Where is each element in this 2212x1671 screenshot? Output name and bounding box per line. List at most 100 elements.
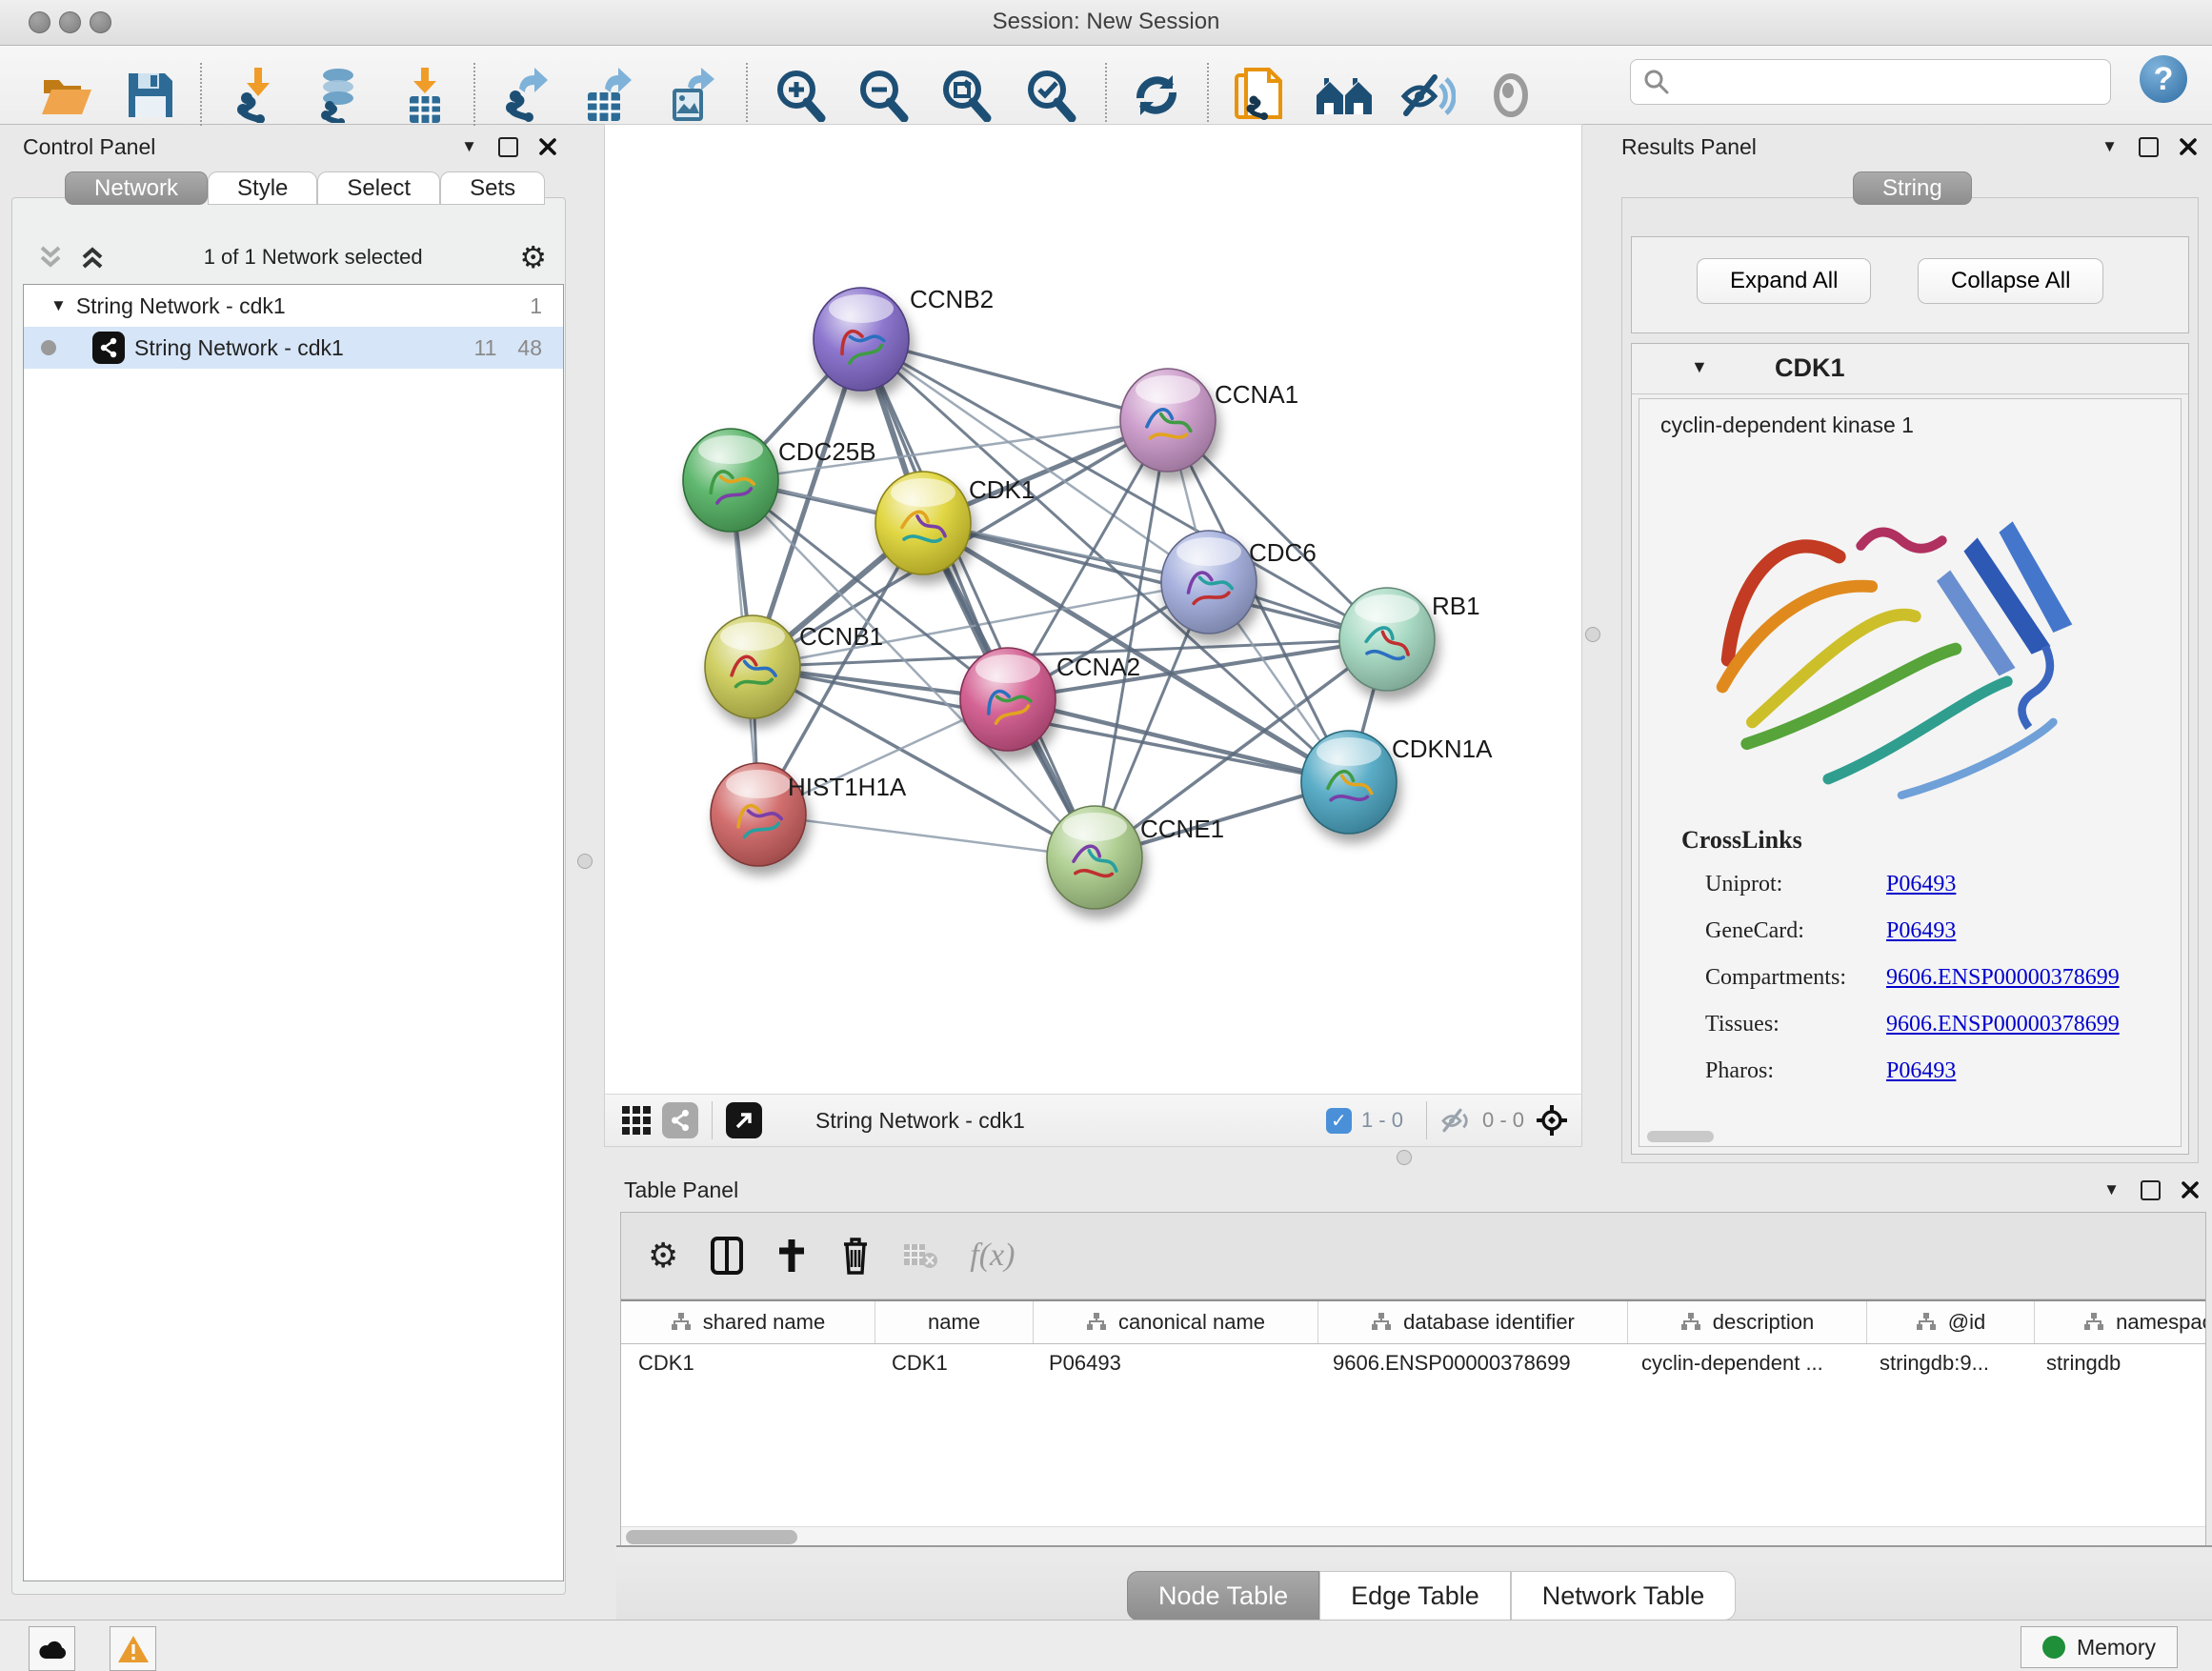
column-header[interactable]: description <box>1628 1301 1867 1343</box>
network-node-CDC6[interactable]: CDC6 <box>1161 531 1317 634</box>
network-options-gear-icon[interactable]: ⚙ <box>519 239 547 275</box>
network-node-CCNA1[interactable]: CCNA1 <box>1120 369 1298 472</box>
close-panel-icon[interactable] <box>2180 138 2197 155</box>
zoom-fit-button[interactable] <box>935 65 996 126</box>
network-node-HIST1H1A[interactable]: HIST1H1A <box>711 763 907 866</box>
zoom-out-button[interactable] <box>853 65 914 126</box>
column-header[interactable]: namespace <box>2035 1301 2205 1343</box>
zoom-in-button[interactable] <box>770 65 831 126</box>
import-network-file-button[interactable] <box>228 65 289 126</box>
collapse-all-networks-icon[interactable] <box>36 244 65 271</box>
crosslink-link[interactable]: P06493 <box>1886 918 1956 944</box>
hscrollbar-thumb[interactable] <box>626 1530 797 1544</box>
left-splitter-handle[interactable] <box>577 854 593 869</box>
table-cell[interactable]: stringdb:9... <box>1862 1351 2029 1376</box>
network-edge[interactable] <box>1008 699 1349 782</box>
function-builder-icon[interactable]: f(x) <box>970 1238 1015 1274</box>
export-table-button[interactable] <box>576 65 637 126</box>
network-canvas[interactable]: CCNB2CCNA1CDC25BCDK1CDC6RB1CCNB1CCNA2CDK… <box>604 124 1582 1096</box>
crosslink-link[interactable]: 9606.ENSP00000378699 <box>1886 1012 2120 1037</box>
toolbar-separator <box>473 63 475 126</box>
float-panel-icon[interactable] <box>2139 137 2159 157</box>
float-panel-icon[interactable] <box>498 137 518 157</box>
tab-string-results[interactable]: String <box>1853 171 1972 205</box>
table-cell[interactable]: CDK1 <box>621 1351 875 1376</box>
memory-button[interactable]: Memory <box>2021 1626 2178 1668</box>
network-view-mode-button[interactable] <box>662 1102 698 1138</box>
tab-sets[interactable]: Sets <box>440 171 545 205</box>
collapse-all-button[interactable]: Collapse All <box>1918 258 2103 304</box>
crosslink-link[interactable]: P06493 <box>1886 1058 1956 1084</box>
add-column-icon[interactable] <box>775 1238 808 1274</box>
tab-network-table[interactable]: Network Table <box>1511 1571 1737 1621</box>
table-cell[interactable]: stringdb <box>2029 1351 2205 1376</box>
open-session-button[interactable] <box>36 65 97 126</box>
import-network-database-button[interactable] <box>308 65 369 126</box>
network-node-CDKN1A[interactable]: CDKN1A <box>1301 731 1493 834</box>
table-cell[interactable]: cyclin-dependent ... <box>1624 1351 1862 1376</box>
column-header[interactable]: canonical name <box>1034 1301 1318 1343</box>
network-node-CDK1[interactable]: CDK1 <box>875 472 1035 574</box>
column-header[interactable]: database identifier <box>1318 1301 1628 1343</box>
hide-selected-button[interactable] <box>1398 65 1458 126</box>
crosslink-link[interactable]: 9606.ENSP00000378699 <box>1886 965 2120 991</box>
network-collection-row[interactable]: ▼ String Network - cdk1 1 <box>24 285 563 327</box>
column-header[interactable]: name <box>875 1301 1034 1343</box>
first-neighbors-button[interactable] <box>1314 65 1375 126</box>
collapse-panel-icon[interactable]: ▼ <box>2103 1180 2120 1199</box>
close-panel-icon[interactable] <box>539 138 556 155</box>
grid-view-button[interactable] <box>618 1102 654 1138</box>
export-image-button[interactable] <box>661 65 722 126</box>
tab-style[interactable]: Style <box>208 171 317 205</box>
node-label: CDC25B <box>778 437 876 466</box>
delete-column-icon[interactable] <box>840 1237 871 1275</box>
export-network-button[interactable] <box>494 65 555 126</box>
section-expander-icon[interactable]: ▼ <box>1691 357 1708 377</box>
eye-disabled-icon <box>1487 71 1535 119</box>
bottom-splitter-handle[interactable] <box>1397 1150 1412 1165</box>
expand-all-networks-icon[interactable] <box>78 244 107 271</box>
collapse-panel-icon[interactable]: ▼ <box>2101 137 2118 156</box>
zoom-selected-button[interactable] <box>1020 65 1081 126</box>
import-table-button[interactable] <box>394 65 455 126</box>
float-panel-icon[interactable] <box>2141 1180 2161 1200</box>
search-input[interactable] <box>1671 70 2110 94</box>
tab-node-table[interactable]: Node Table <box>1127 1571 1319 1621</box>
detach-view-button[interactable] <box>726 1102 762 1138</box>
column-header[interactable]: @id <box>1867 1301 2035 1343</box>
right-splitter-handle[interactable] <box>1585 627 1600 642</box>
results-hscrollbar-thumb[interactable] <box>1647 1131 1714 1142</box>
network-node-CDC25B[interactable]: CDC25B <box>683 429 876 532</box>
delete-table-icon[interactable] <box>903 1241 937 1270</box>
table-cell[interactable]: 9606.ENSP00000378699 <box>1316 1351 1624 1376</box>
network-node-CCNB2[interactable]: CCNB2 <box>814 285 994 391</box>
birdseye-toggle-button[interactable] <box>1534 1102 1570 1138</box>
expand-all-button[interactable]: Expand All <box>1697 258 1871 304</box>
selected-count-checkbox[interactable]: ✓ <box>1326 1108 1352 1134</box>
table-settings-gear-icon[interactable]: ⚙ <box>648 1236 678 1276</box>
table-cell[interactable]: P06493 <box>1032 1351 1316 1376</box>
apply-layout-button[interactable] <box>1126 65 1187 126</box>
cdk1-section-header[interactable]: ▼ CDK1 <box>1632 344 2188 394</box>
network-row[interactable]: String Network - cdk1 11 48 <box>24 327 563 369</box>
column-header[interactable]: shared name <box>621 1301 875 1343</box>
close-panel-icon[interactable] <box>2182 1181 2199 1198</box>
cloud-status-button[interactable] <box>29 1626 75 1671</box>
show-all-button[interactable] <box>1480 65 1541 126</box>
collapse-panel-icon[interactable]: ▼ <box>461 137 477 156</box>
export-to-web-button[interactable] <box>1229 65 1290 126</box>
crosslink-row: Compartments:9606.ENSP00000378699 <box>1705 965 2153 991</box>
tree-expander-icon[interactable]: ▼ <box>50 296 67 315</box>
network-node-RB1[interactable]: RB1 <box>1339 588 1480 691</box>
network-edge[interactable] <box>758 815 1095 857</box>
table-cell[interactable]: CDK1 <box>875 1351 1032 1376</box>
warning-button[interactable] <box>110 1626 156 1671</box>
crosslink-link[interactable]: P06493 <box>1886 872 1956 897</box>
tab-network[interactable]: Network <box>65 171 208 205</box>
save-session-button[interactable] <box>120 65 181 126</box>
help-button[interactable]: ? <box>2140 55 2187 103</box>
network-node-CCNE1[interactable]: CCNE1 <box>1047 806 1224 909</box>
tab-select[interactable]: Select <box>317 171 440 205</box>
show-columns-icon[interactable] <box>711 1237 743 1275</box>
tab-edge-table[interactable]: Edge Table <box>1319 1571 1511 1621</box>
